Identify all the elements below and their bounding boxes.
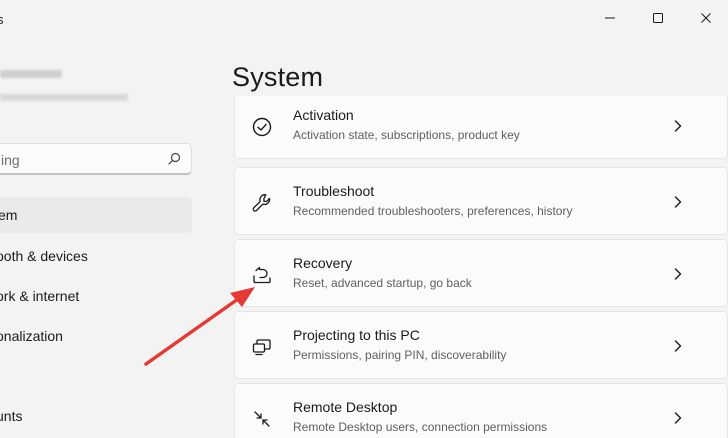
close-icon: [701, 13, 711, 23]
minimize-button[interactable]: [586, 0, 634, 36]
chevron-right-icon: [674, 340, 682, 352]
sidebar-item-label: ooth & devices: [0, 248, 88, 264]
settings-card-activation[interactable]: Activation Activation state, subscriptio…: [234, 96, 728, 159]
settings-window: s ing em ooth & devices ork & internet o…: [0, 0, 728, 438]
card-title: Recovery: [293, 255, 353, 271]
settings-card-remote-desktop[interactable]: Remote Desktop Remote Desktop users, con…: [234, 383, 728, 438]
remote-desktop-icon: [254, 411, 270, 427]
maximize-button[interactable]: [634, 0, 682, 36]
card-title: Activation: [293, 107, 354, 123]
sidebar-item-label: unts: [0, 408, 23, 424]
chevron-right-icon: [674, 120, 682, 132]
card-subtitle: Reset, advanced startup, go back: [293, 276, 472, 290]
sidebar-item-network-internet[interactable]: ork & internet: [0, 278, 192, 314]
page-title: System: [232, 62, 324, 92]
main-content: System Activation Activation state, subs…: [218, 36, 728, 438]
sidebar-item-personalization[interactable]: onalization: [0, 318, 192, 354]
sidebar-item-label: onalization: [0, 328, 63, 344]
sidebar-item-bluetooth-devices[interactable]: ooth & devices: [0, 238, 192, 274]
card-title: Remote Desktop: [293, 399, 398, 415]
card-subtitle: Remote Desktop users, connection permiss…: [293, 420, 548, 434]
settings-card-troubleshoot[interactable]: Troubleshoot Recommended troubleshooters…: [234, 167, 728, 235]
card-subtitle: Recommended troubleshooters, preferences…: [293, 204, 573, 218]
chevron-right-icon: [674, 196, 682, 208]
sidebar-item-label: em: [0, 207, 18, 223]
minimize-icon: [605, 17, 615, 19]
search-input[interactable]: ing: [0, 143, 192, 175]
sidebar: ing em ooth & devices ork & internet ona…: [0, 36, 218, 438]
projector-icon: [252, 339, 271, 356]
card-title: Projecting to this PC: [293, 327, 420, 343]
maximize-icon: [653, 13, 663, 23]
wrench-icon: [252, 194, 271, 212]
settings-card-projecting[interactable]: Projecting to this PC Permissions, pairi…: [234, 311, 728, 379]
chevron-right-icon: [674, 412, 682, 424]
title-bar: s: [0, 0, 728, 36]
settings-card-recovery[interactable]: Recovery Reset, advanced startup, go bac…: [234, 239, 728, 307]
card-subtitle: Permissions, pairing PIN, discoverabilit…: [293, 348, 507, 362]
card-subtitle: Activation state, subscriptions, product…: [293, 128, 520, 142]
sidebar-item-label: ork & internet: [0, 288, 80, 304]
chevron-right-icon: [674, 268, 682, 280]
close-button[interactable]: [682, 0, 728, 36]
app-title: s: [0, 12, 4, 27]
recovery-icon: [253, 266, 271, 284]
card-title: Troubleshoot: [293, 183, 375, 199]
search-text: ing: [1, 152, 20, 168]
settings-list: Activation Activation state, subscriptio…: [234, 96, 728, 438]
activation-check-icon: [252, 117, 272, 137]
sidebar-item-system[interactable]: em: [0, 197, 192, 233]
sidebar-item-accounts[interactable]: unts: [0, 398, 192, 434]
search-icon: [168, 152, 181, 165]
